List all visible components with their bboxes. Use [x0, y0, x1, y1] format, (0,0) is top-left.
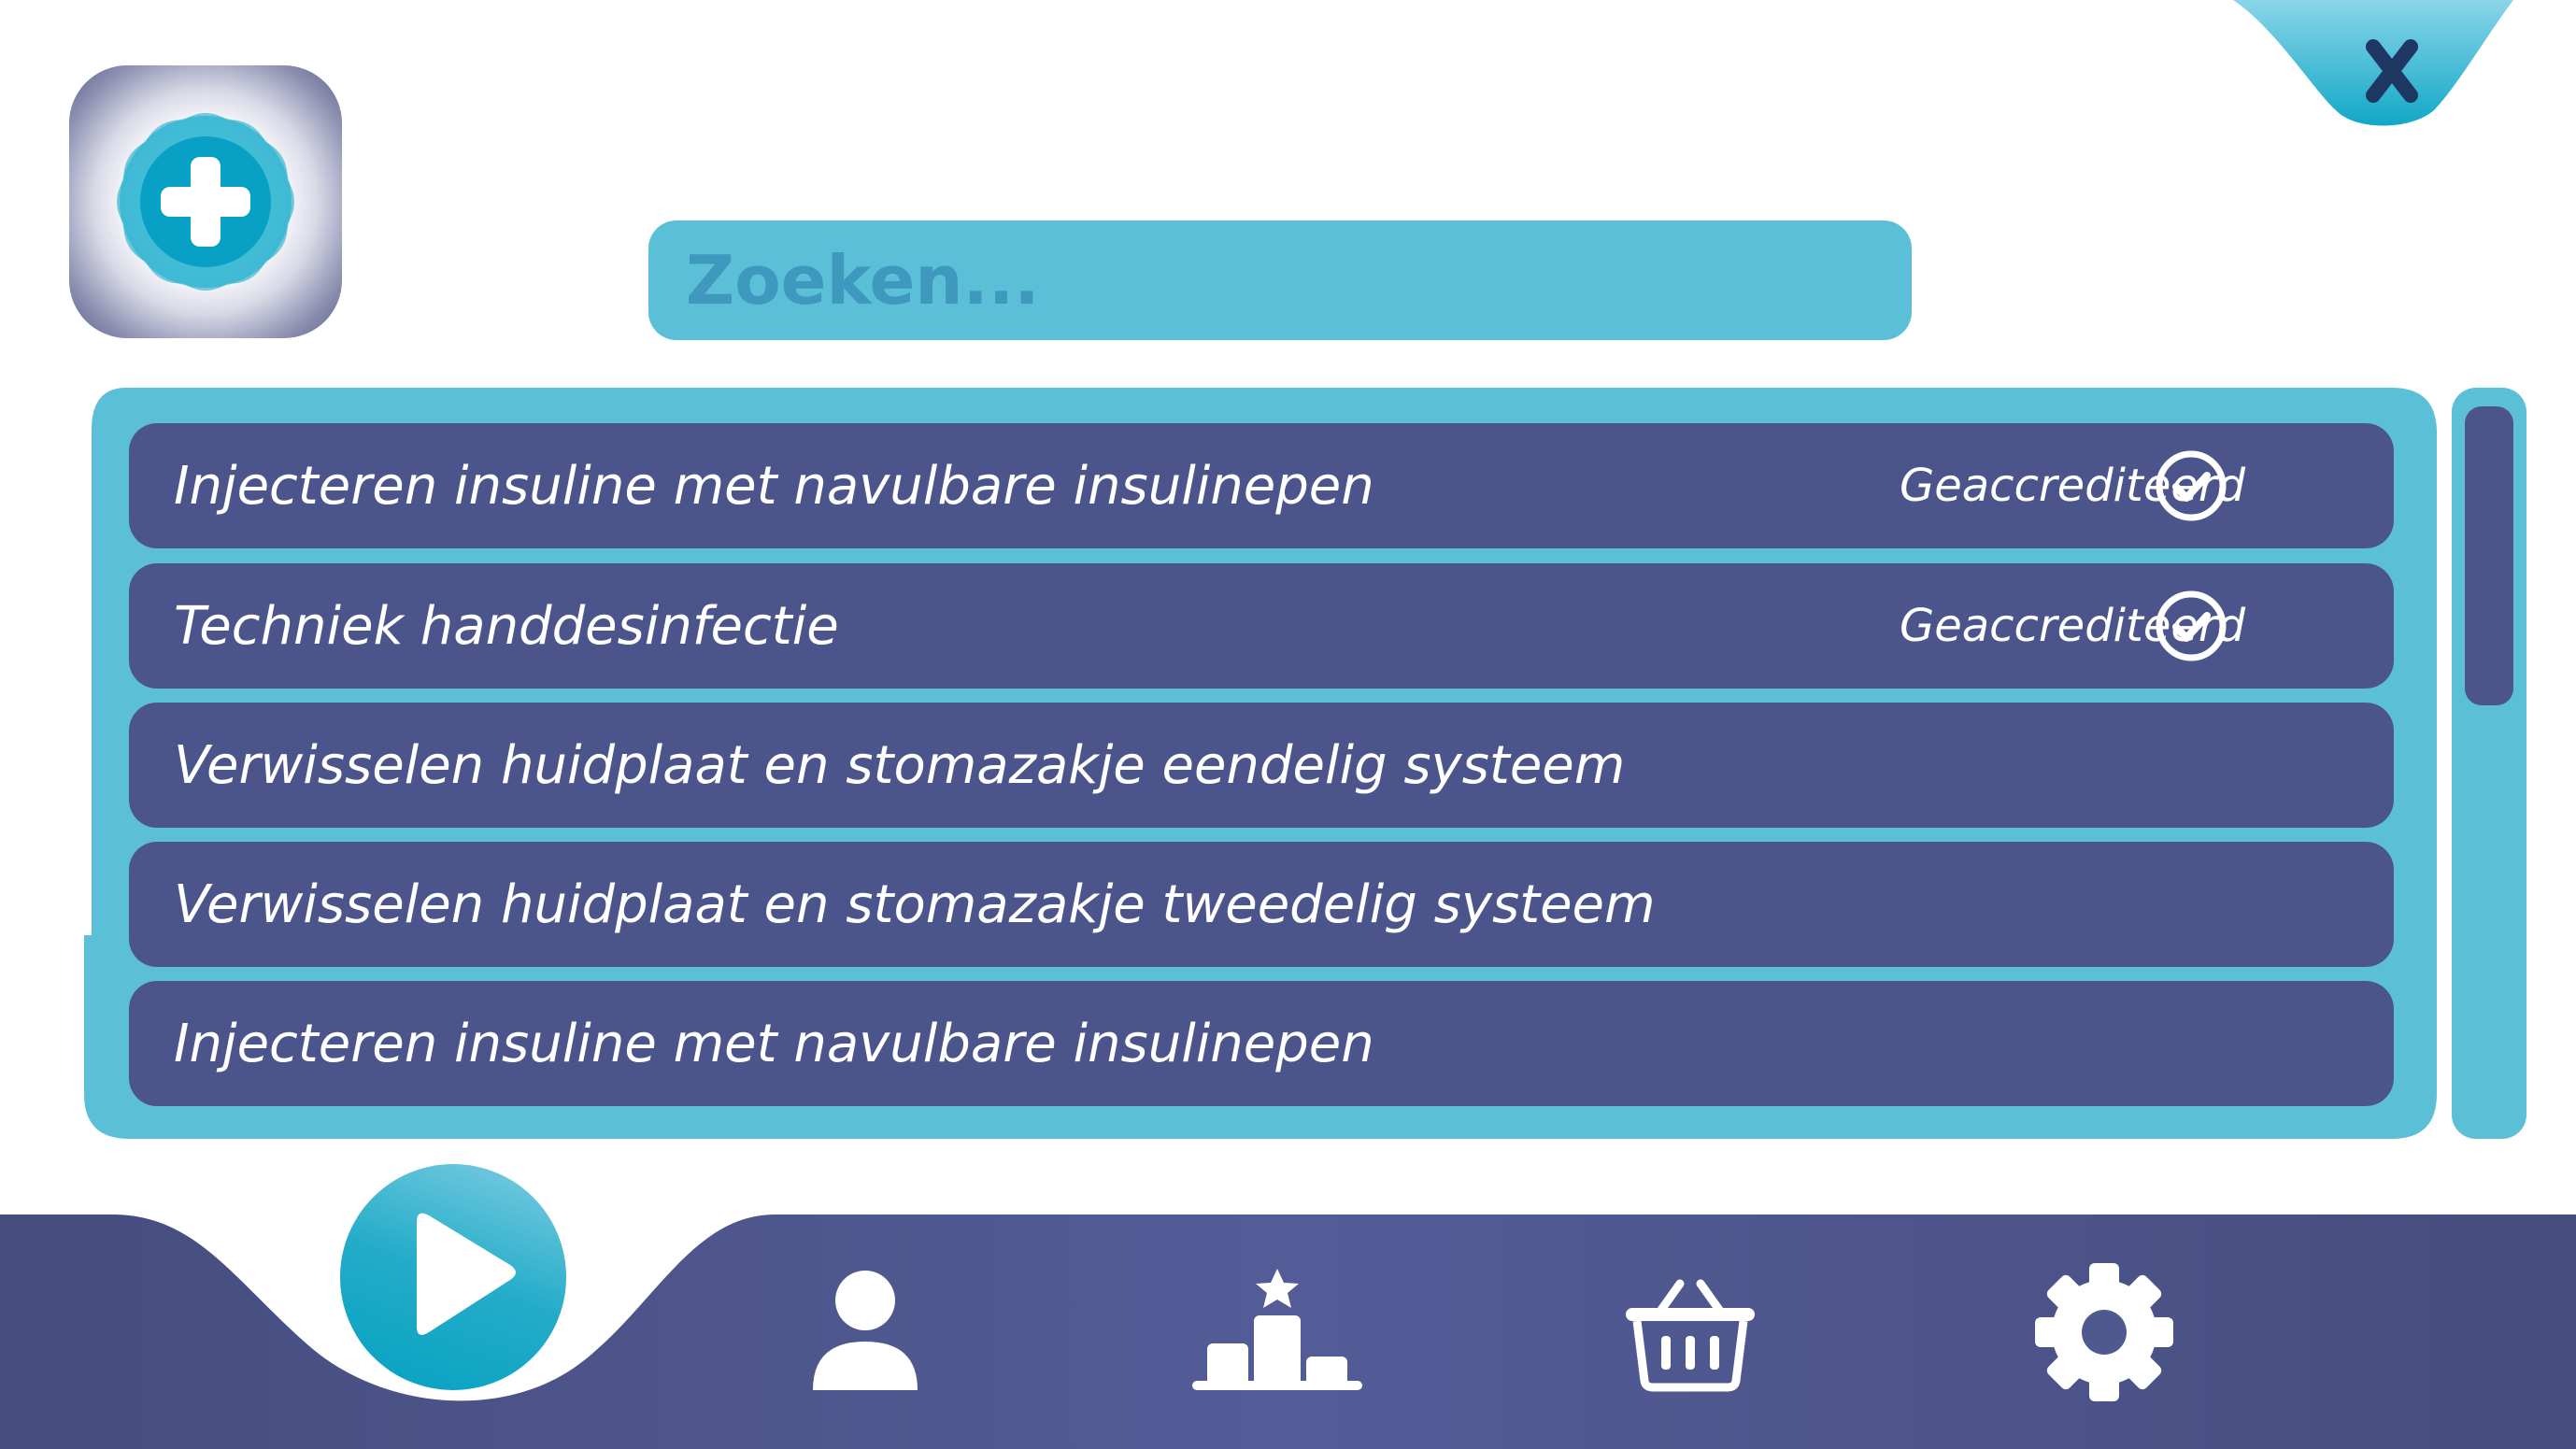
list-item[interactable]: Injecteren insuline met navulbare insuli…	[129, 423, 2394, 548]
list-item[interactable]: Techniek handdesinfectie Geaccrediteerd	[129, 563, 2394, 689]
list-item-title: Injecteren insuline met navulbare insuli…	[174, 455, 1374, 517]
list-item[interactable]: Verwisselen huidplaat en stomazakje eend…	[129, 703, 2394, 828]
shop-button[interactable]	[1622, 1278, 1758, 1392]
close-tab[interactable]	[2233, 0, 2513, 131]
list-item-title: Verwisselen huidplaat en stomazakje eend…	[174, 734, 1626, 796]
profile-icon	[813, 1271, 918, 1390]
play-icon	[417, 1213, 516, 1335]
check-circle-icon	[2156, 450, 2227, 521]
leaderboard-icon	[1192, 1269, 1362, 1390]
app-logo	[69, 65, 342, 338]
list-item[interactable]: Injecteren insuline met navulbare insuli…	[129, 981, 2394, 1106]
list-item[interactable]: Verwisselen huidplaat en stomazakje twee…	[129, 842, 2394, 967]
shop-basket-icon	[1626, 1279, 1755, 1392]
search-input[interactable]	[648, 220, 1912, 340]
play-button[interactable]	[340, 1164, 566, 1390]
settings-gear-icon	[2035, 1263, 2173, 1401]
scrollbar-thumb[interactable]	[2465, 406, 2513, 705]
medical-plus-icon	[117, 113, 294, 291]
list-item-title: Injecteren insuline met navulbare insuli…	[174, 1013, 1374, 1074]
settings-button[interactable]	[2033, 1261, 2175, 1403]
list-item-title: Techniek handdesinfectie	[174, 595, 839, 657]
check-circle-icon	[2156, 590, 2227, 661]
procedure-list: Injecteren insuline met navulbare insuli…	[84, 388, 2437, 1139]
list-item-title: Verwisselen huidplaat en stomazakje twee…	[174, 874, 1656, 935]
leaderboard-button[interactable]	[1192, 1267, 1362, 1392]
profile-button[interactable]	[809, 1269, 921, 1392]
